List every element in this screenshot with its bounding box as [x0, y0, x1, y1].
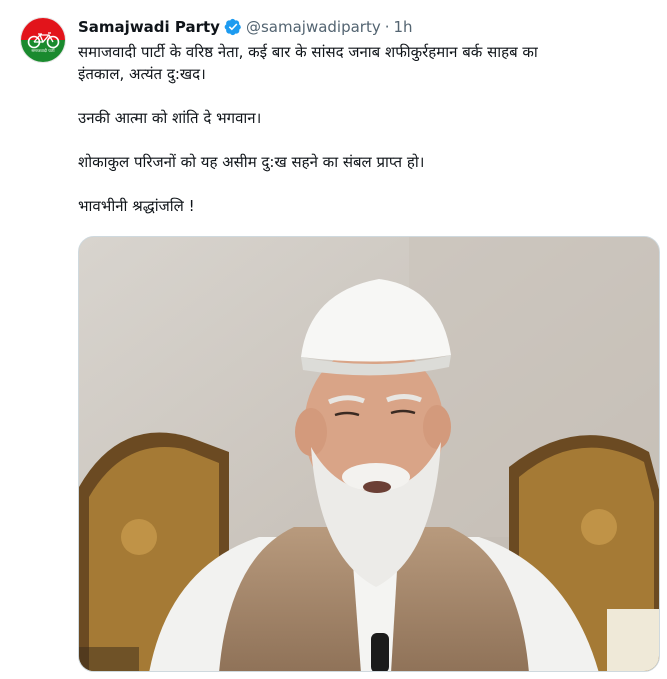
tweet-text: समाजवादी पार्टी के वरिष्ठ नेता, कई बार क…: [78, 41, 653, 217]
tweet-line: इंतकाल, अत्यंत दु:खद।: [78, 65, 206, 83]
author-name[interactable]: Samajwadi Party: [78, 18, 220, 36]
tweet[interactable]: समाजवादी पार्टी Samajwadi Party @samajwa…: [0, 0, 667, 679]
tweet-header: Samajwadi Party @samajwadiparty · 1h: [78, 16, 413, 38]
tweet-line: समाजवादी पार्टी के वरिष्ठ नेता, कई बार क…: [78, 43, 538, 61]
author-handle[interactable]: @samajwadiparty: [246, 18, 381, 36]
tweet-line: उनकी आत्मा को शांति दे भगवान।: [78, 109, 262, 127]
verified-badge-icon: [224, 18, 241, 36]
tweet-line: शोकाकुल परिजनों को यह असीम दु:ख सहने का …: [78, 153, 425, 171]
tweet-photo[interactable]: [78, 236, 660, 672]
tweet-line: भावभीनी श्रद्धांजलि !: [78, 197, 195, 215]
separator-dot: ·: [384, 18, 390, 36]
cycle-logo-icon: [27, 32, 60, 49]
photo-illustration: [79, 237, 659, 671]
tweet-timestamp[interactable]: 1h: [394, 18, 413, 36]
avatar[interactable]: समाजवादी पार्टी: [20, 17, 66, 63]
avatar-caption: समाजवादी पार्टी: [31, 48, 55, 53]
